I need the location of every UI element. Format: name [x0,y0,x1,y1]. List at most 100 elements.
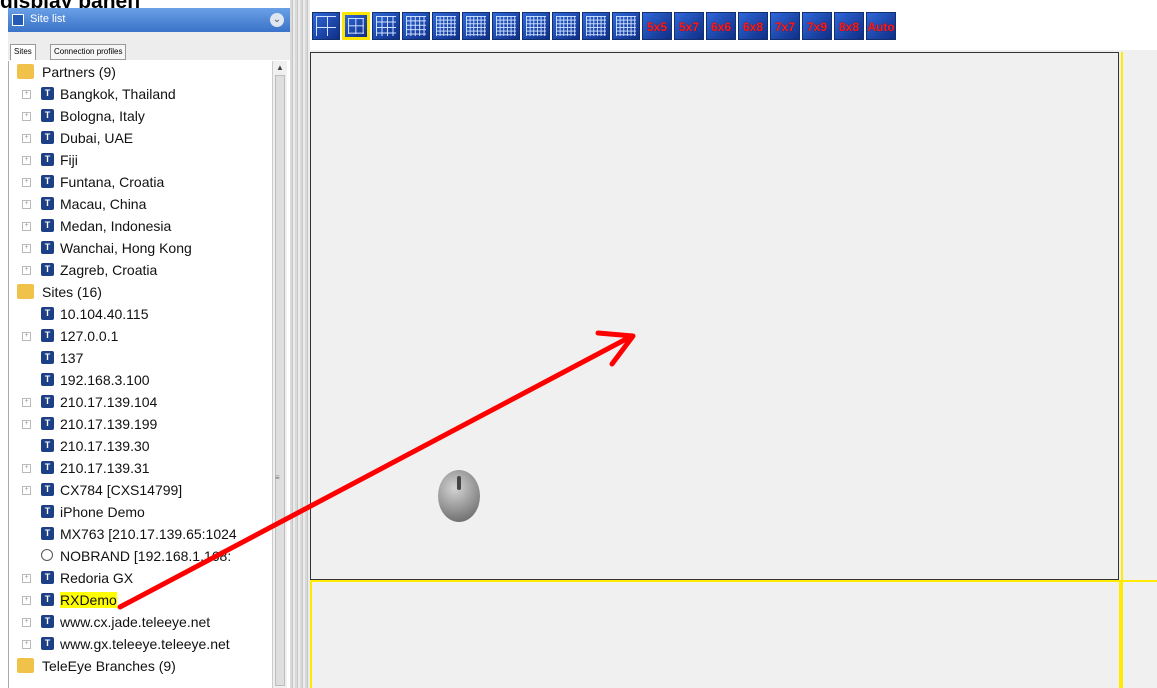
tree-item[interactable]: + Twww.gx.teleeye.teleeye.net [19,633,230,655]
site-tree: Partners (9) + T Bangkok, Thailand + T Bologna… [8,61,271,688]
layout-grid-button[interactable] [522,12,550,40]
expand-icon[interactable]: + [22,90,31,99]
site-icon: T [41,439,54,452]
layout-text-button[interactable]: 7x9 [802,12,832,40]
layout-grid-button[interactable] [372,12,400,40]
layout-grid-button[interactable] [462,12,490,40]
grid-icon [348,18,364,34]
tree-item[interactable]: + T Macau, China [19,193,146,215]
tree-item-label: www.cx.jade.teleeye.net [60,614,211,630]
tree-item-label: Bangkok, Thailand [60,86,176,102]
display-cell-right-bottom[interactable] [1121,580,1157,688]
expand-icon[interactable]: + [22,134,31,143]
display-cell-bottom[interactable] [310,580,1121,688]
tree-scrollbar[interactable]: ▲ ≡ [272,61,287,688]
expand-icon[interactable]: + [22,178,31,187]
layout-text-button[interactable]: 5x7 [674,12,704,40]
tree-item[interactable]: + T Fiji [19,149,78,171]
tree-item[interactable]: + T Medan, Indonesia [19,215,171,237]
tree-folder-label: TeleEye Branches (9) [42,658,176,674]
expand-icon[interactable]: + [22,266,31,275]
tree-item-label: Medan, Indonesia [60,218,172,234]
expand-icon[interactable]: + [22,200,31,209]
layout-text-button[interactable]: 5x5 [642,12,672,40]
expand-icon[interactable]: + [22,618,31,627]
display-cell-right-top[interactable] [1121,52,1157,580]
site-icon: T [41,351,54,364]
layout-text-button[interactable]: 6x6 [706,12,736,40]
layout-grid-button[interactable] [552,12,580,40]
layout-text-label: 6x6 [710,20,732,34]
tree-item-label: iPhone Demo [60,504,145,520]
collapse-icon[interactable]: ⌄ [270,13,284,27]
tree-folder[interactable]: TeleEye Branches (9) [17,655,176,677]
expand-icon[interactable]: + [22,398,31,407]
tree-item[interactable]: + T Zagreb, Croatia [19,259,157,281]
tree-item[interactable]: + T Funtana, Croatia [19,171,164,193]
tree-item[interactable]: T 192.168.3.100 [19,369,150,391]
expand-icon[interactable]: + [22,112,31,121]
layout-grid-button[interactable] [612,12,640,40]
panel-splitter[interactable] [290,0,310,688]
scroll-thumb[interactable] [275,75,285,686]
site-icon: T [41,483,54,496]
tree-item[interactable]: T MX763 [210.17.139.65:1024 [19,523,237,545]
layout-grid-button[interactable] [492,12,520,40]
layout-text-button[interactable]: 7x7 [770,12,800,40]
expand-icon[interactable]: + [22,464,31,473]
site-icon: T [41,131,54,144]
grid-icon [586,16,606,36]
tree-folder[interactable]: Sites (16) [17,281,102,303]
tree-item-label: Funtana, Croatia [60,174,165,190]
site-icon: T [41,329,54,342]
tree-folder[interactable]: Partners (9) [17,61,116,83]
grid-icon [616,16,636,36]
tree-item[interactable]: + T Dubai, UAE [19,127,133,149]
display-cell-main[interactable] [310,52,1119,580]
tree-item[interactable]: + T Redoria GX [19,567,133,589]
expand-icon[interactable]: + [22,486,31,495]
tree-item[interactable]: + T Bologna, Italy [19,105,145,127]
tree-item[interactable]: + T 127.0.0.1 [19,325,118,347]
tab-connection-profiles[interactable]: Connection profiles [50,44,127,60]
tree-item-label: 10.104.40.115 [60,306,149,322]
expand-icon[interactable]: + [22,596,31,605]
expand-icon[interactable]: + [22,640,31,649]
tree-item-label: MX763 [210.17.139.65:1024 [60,526,237,542]
expand-icon[interactable]: + [22,420,31,429]
tree-item[interactable]: + T RXDemo [19,589,117,611]
layout-grid-button[interactable] [312,12,340,40]
tree-item[interactable]: + T 210.17.139.199 [19,413,157,435]
layout-grid-button[interactable] [342,12,370,40]
layout-grid-button[interactable] [432,12,460,40]
tree-item[interactable]: + Twww.cx.jade.teleeye.net [19,611,210,633]
scroll-up-icon[interactable]: ▲ [273,63,287,75]
tab-sites[interactable]: Sites [10,44,36,60]
expand-icon[interactable]: + [22,156,31,165]
grid-icon [466,16,486,36]
folder-icon [17,658,34,673]
layout-grid-button[interactable] [402,12,430,40]
tree-item-label: 137 [60,350,84,366]
tree-item[interactable]: + T 210.17.139.104 [19,391,157,413]
site-icon: T [41,219,54,232]
tree-item[interactable]: T 137 [19,347,83,369]
tree-item[interactable]: + T Wanchai, Hong Kong [19,237,192,259]
expand-icon[interactable]: + [22,574,31,583]
layout-text-button[interactable]: 6x8 [738,12,768,40]
tree-item[interactable]: TiPhone Demo [19,501,145,523]
tree-item[interactable]: T 210.17.139.30 [19,435,150,457]
tree-item-label: www.gx.teleeye.teleeye.net [60,636,230,652]
expand-icon[interactable]: + [22,222,31,231]
layout-text-button[interactable]: 8x8 [834,12,864,40]
tree-item[interactable]: T NOBRAND [192.168.1.168: [19,545,231,567]
tree-item[interactable]: T 10.104.40.115 [19,303,149,325]
layout-grid-button[interactable] [582,12,610,40]
tree-item[interactable]: + T Bangkok, Thailand [19,83,176,105]
expand-icon[interactable]: + [22,332,31,341]
tree-item[interactable]: + T 210.17.139.31 [19,457,150,479]
tree-item[interactable]: + T CX784 [CXS14799] [19,479,182,501]
expand-icon[interactable]: + [22,244,31,253]
tree-item-label: 192.168.3.100 [60,372,150,388]
layout-text-button[interactable]: Auto [866,12,896,40]
